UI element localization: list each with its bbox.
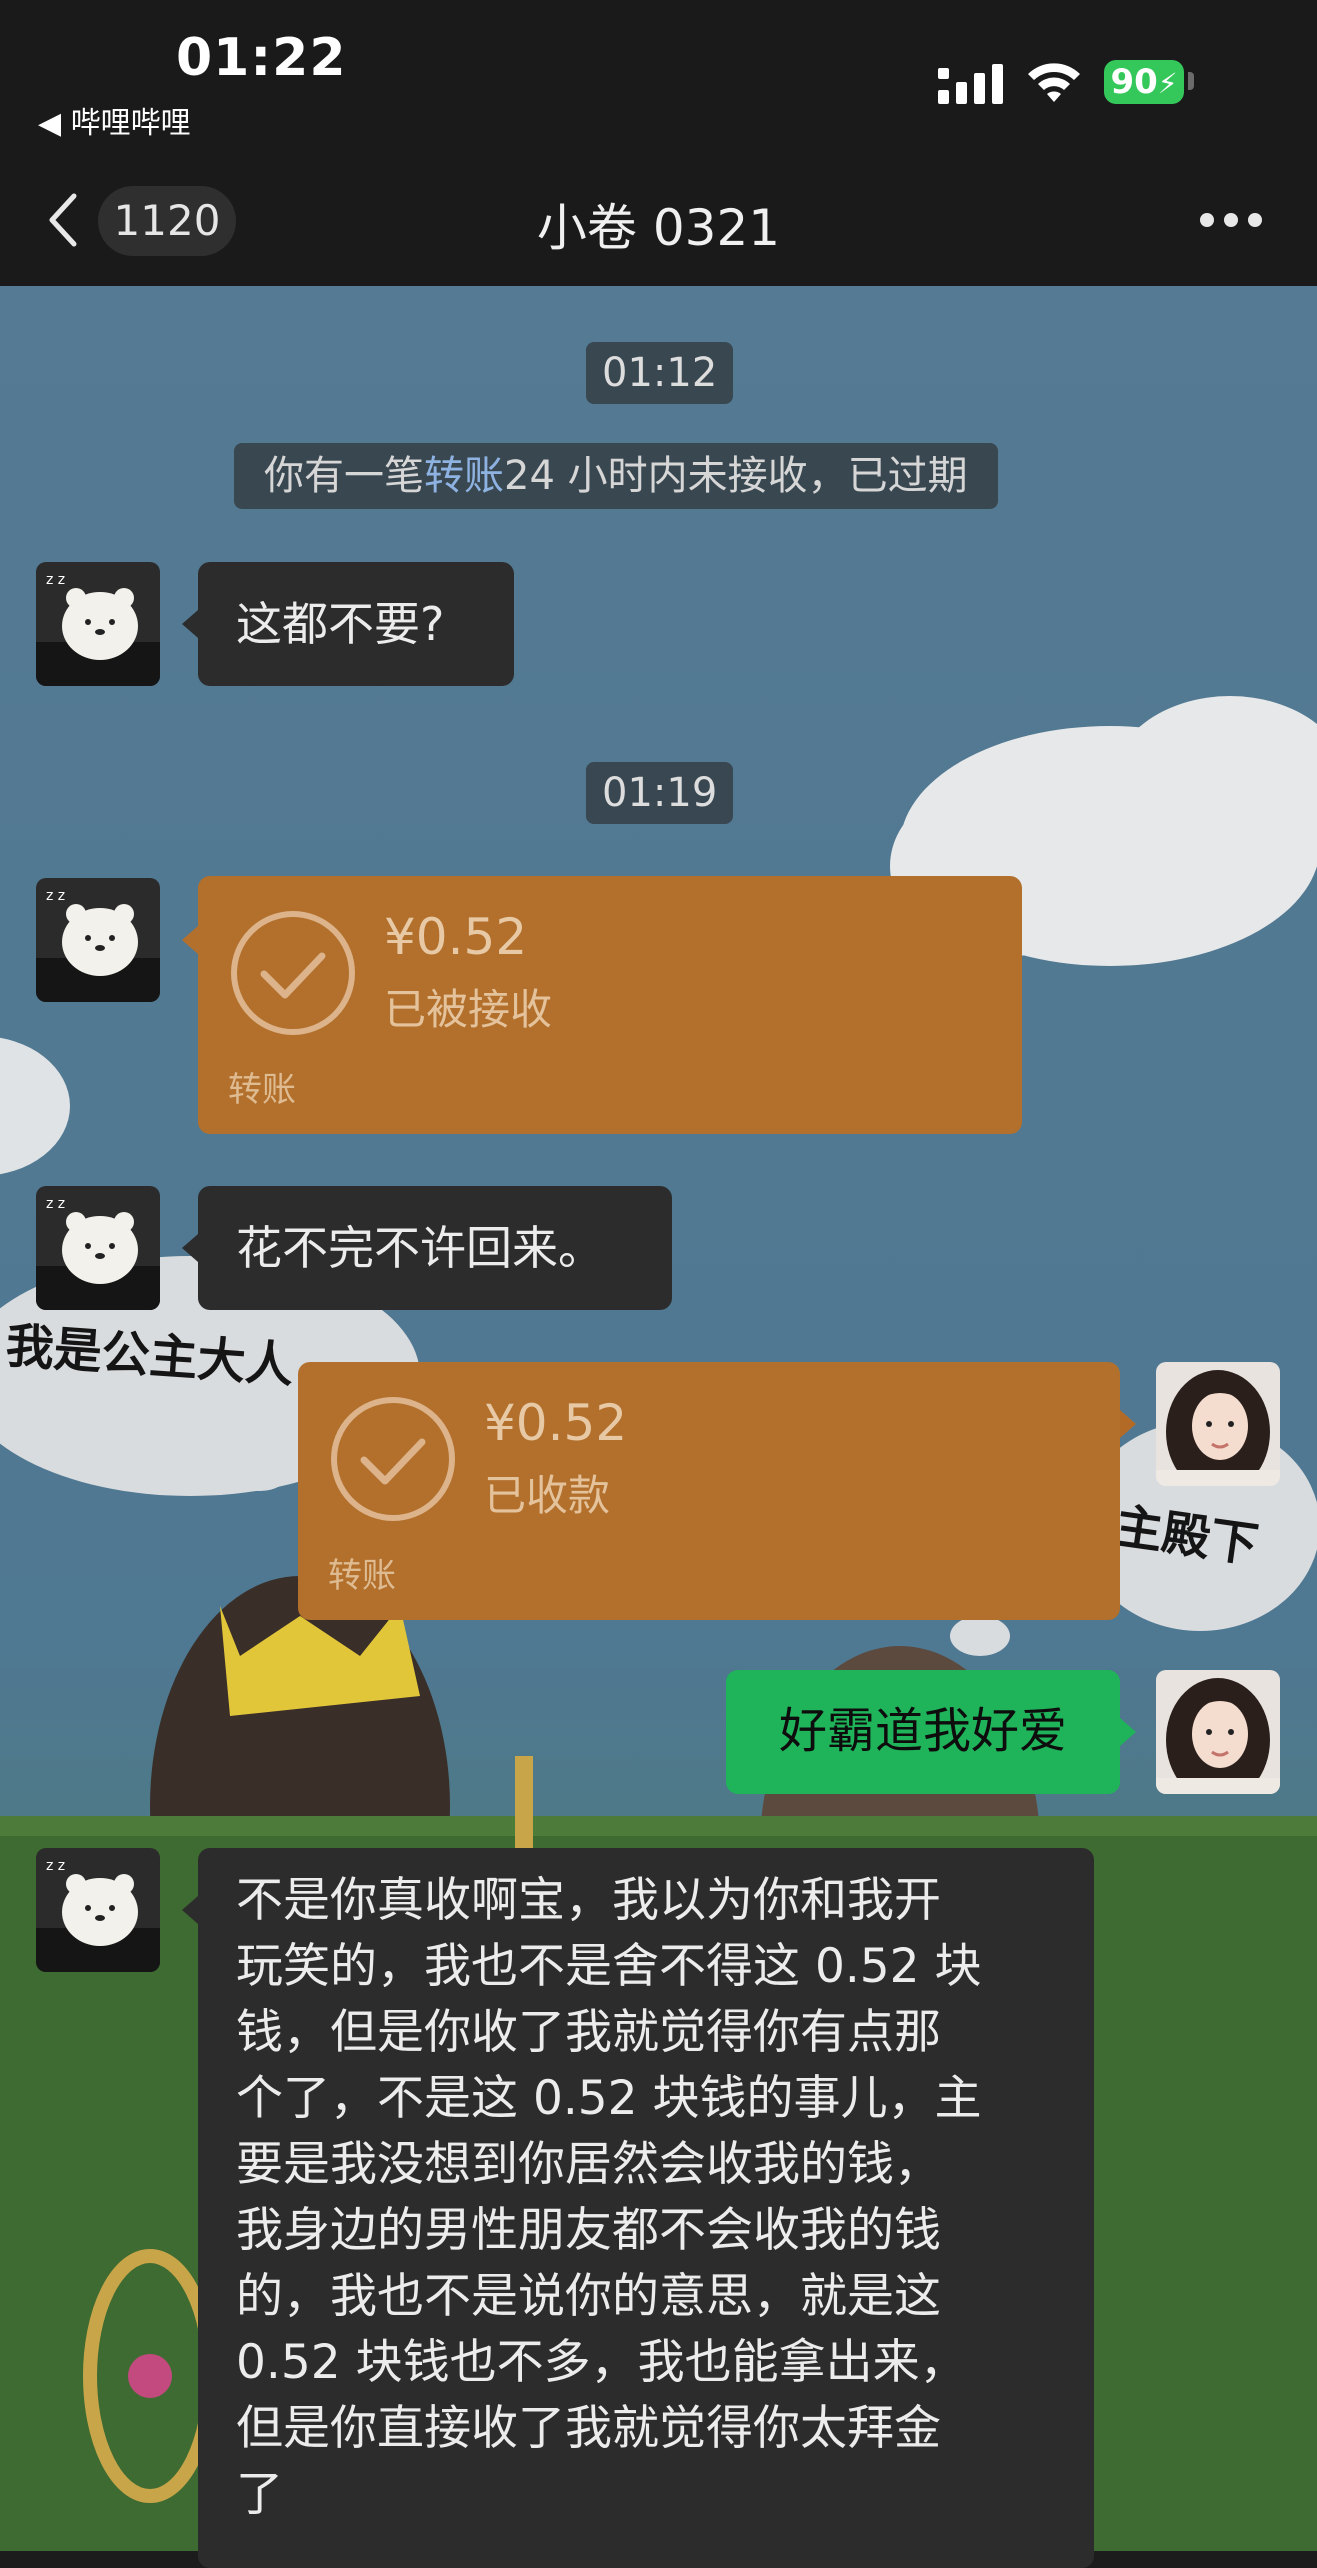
message-line: 但是你直接收了我就觉得你太拜金 xyxy=(236,2401,941,2456)
wifi-icon xyxy=(1028,63,1080,102)
transfer-status: 已被接收 xyxy=(384,985,553,1034)
bubble-tail xyxy=(182,610,198,638)
message-line: 的，我也不是说你的意思，就是这 xyxy=(236,2269,941,2324)
bear-avatar-icon: z z xyxy=(36,878,160,1002)
message-line: 了 xyxy=(236,2467,283,2522)
message-line: 0.52 块钱也不多，我也能拿出来， xyxy=(236,2335,967,2390)
battery-indicator: 90⚡ xyxy=(1104,60,1184,104)
svg-text:z z: z z xyxy=(46,1196,65,1212)
back-to-app-link[interactable]: ◀ 哔哩哔哩 xyxy=(38,98,191,142)
incoming-message-bubble[interactable]: 不是你真收啊宝，我以为你和我开 玩笑的，我也不是舍不得这 0.52 块 钱，但是… xyxy=(198,1848,1094,2568)
check-circle-icon xyxy=(231,911,355,1035)
contact-avatar[interactable]: z z xyxy=(36,1186,160,1310)
svg-text:z z: z z xyxy=(46,888,65,904)
bear-avatar-icon: z z xyxy=(36,562,160,686)
bubble-tail xyxy=(182,1234,198,1262)
transfer-card-received[interactable]: ¥0.52 已被接收 转账 xyxy=(198,876,1022,1134)
contact-avatar[interactable]: z z xyxy=(36,878,160,1002)
contact-avatar[interactable]: z z xyxy=(36,1848,160,1972)
system-message: 你有一笔转账24 小时内未接收，已过期 xyxy=(234,443,998,509)
transfer-status: 已收款 xyxy=(484,1471,611,1520)
message-line: 我身边的男性朋友都不会收我的钱 xyxy=(236,2203,941,2258)
timestamp-pill: 01:12 xyxy=(586,342,734,404)
cellular-signal-icon xyxy=(938,64,1003,104)
incoming-message-bubble[interactable]: 这都不要? xyxy=(198,562,514,686)
message-line: 要是我没想到你居然会收我的钱， xyxy=(236,2137,941,2192)
status-time: 01:22 xyxy=(176,28,347,88)
girl-avatar-icon xyxy=(1156,1670,1280,1794)
system-message-prefix: 你有一笔 xyxy=(264,453,424,499)
bubble-tail xyxy=(182,926,198,954)
self-avatar[interactable] xyxy=(1156,1670,1280,1794)
message-line: 个了，不是这 0.52 块钱的事儿，主 xyxy=(236,2071,982,2126)
message-line: 钱，但是你收了我就觉得你有点那 xyxy=(236,2005,941,2060)
transfer-card-collected[interactable]: ¥0.52 已收款 转账 xyxy=(298,1362,1120,1620)
system-message-suffix: 24 小时内未接收，已过期 xyxy=(504,453,968,499)
transfer-amount: ¥0.52 xyxy=(384,908,528,966)
message-line: 不是你真收啊宝，我以为你和我开 xyxy=(236,1873,941,1928)
svg-text:z z: z z xyxy=(46,572,65,588)
bubble-tail xyxy=(182,1896,198,1924)
transfer-link[interactable]: 转账 xyxy=(424,453,504,499)
bear-avatar-icon: z z xyxy=(36,1186,160,1310)
bubble-tail xyxy=(1120,1410,1136,1438)
check-circle-icon xyxy=(331,1397,455,1521)
bear-avatar-icon: z z xyxy=(36,1848,160,1972)
chat-title: 小卷 0321 xyxy=(536,199,781,257)
message-line: 玩笑的，我也不是舍不得这 0.52 块 xyxy=(236,1939,982,1994)
battery-tip xyxy=(1188,72,1194,90)
bubble-tail xyxy=(1120,1718,1136,1746)
transfer-amount: ¥0.52 xyxy=(484,1394,628,1452)
contact-avatar[interactable]: z z xyxy=(36,562,160,686)
self-avatar[interactable] xyxy=(1156,1362,1280,1486)
transfer-label: 转账 xyxy=(228,1070,296,1110)
charging-bolt-icon: ⚡ xyxy=(1157,67,1178,100)
svg-text:z z: z z xyxy=(46,1858,65,1874)
girl-avatar-icon xyxy=(1156,1362,1280,1486)
outgoing-message-bubble[interactable]: 好霸道我好爱 xyxy=(726,1670,1120,1794)
transfer-label: 转账 xyxy=(328,1556,396,1596)
incoming-message-bubble[interactable]: 花不完不许回来。 xyxy=(198,1186,672,1310)
long-message-text: 不是你真收啊宝，我以为你和我开 玩笑的，我也不是舍不得这 0.52 块 钱，但是… xyxy=(236,1868,982,2528)
timestamp-pill: 01:19 xyxy=(586,762,734,824)
more-options-icon[interactable] xyxy=(1198,208,1264,232)
